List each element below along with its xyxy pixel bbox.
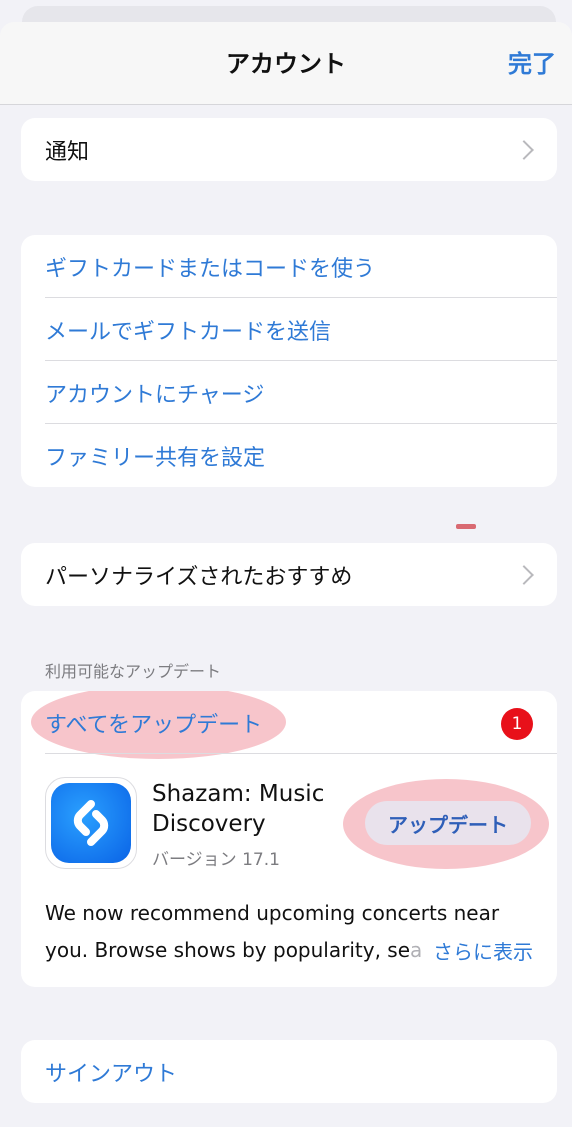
chevron-right-icon (514, 564, 534, 585)
gift-card-section: ギフトカードまたはコードを使う メールでギフトカードを送信 アカウントにチャージ… (21, 235, 557, 487)
update-count-badge: 1 (501, 708, 533, 740)
send-gift-card-label: メールでギフトカードを送信 (45, 319, 332, 345)
send-gift-card-row[interactable]: メールでギフトカードを送信 (21, 298, 557, 361)
navigation-bar: アカウント 完了 (0, 22, 572, 105)
annotation-mark (456, 524, 476, 529)
personalized-card: パーソナライズされたおすすめ (21, 543, 557, 606)
shazam-icon (51, 783, 131, 863)
notifications-card: 通知 (21, 118, 557, 181)
update-app-button[interactable]: アップデート (365, 801, 531, 845)
release-notes-fade: a (410, 938, 423, 962)
app-version: バージョン 17.1 (152, 850, 280, 870)
signout-card: サインアウト (21, 1040, 557, 1103)
app-name-line: Shazam: Music (152, 781, 325, 807)
account-sheet: アカウント 完了 通知 ギフトカードまたはコードを使う メールでギフトカードを送… (0, 0, 572, 1127)
update-all-row[interactable]: すべてをアップデート 1 (21, 691, 557, 754)
release-notes-line: We now recommend upcoming concerts near (45, 901, 500, 925)
app-name: Shazam: Music Discovery (152, 779, 352, 839)
done-button[interactable]: 完了 (508, 44, 556, 79)
update-all-label: すべてをアップデート (45, 712, 263, 738)
release-notes-text: you. Browse shows by popularity, se (45, 938, 411, 962)
app-icon-frame[interactable] (45, 777, 137, 869)
notifications-row[interactable]: 通知 (21, 118, 557, 181)
page-title: アカウント (226, 50, 346, 78)
add-funds-label: アカウントにチャージ (45, 382, 265, 408)
show-more-link[interactable]: さらに表示 (427, 936, 533, 965)
sign-out-label: サインアウト (45, 1061, 178, 1087)
redeem-gift-card-row[interactable]: ギフトカードまたはコードを使う (21, 235, 557, 298)
available-updates-caption: 利用可能なアップデート (45, 662, 222, 681)
personalized-recommendations-label: パーソナライズされたおすすめ (45, 564, 353, 590)
personalized-recommendations-row[interactable]: パーソナライズされたおすすめ (21, 543, 557, 606)
shazam-logo-icon (73, 800, 109, 846)
updates-card: すべてをアップデート 1 Shazam: Music Discovery バージ… (21, 691, 557, 987)
app-name-line: Discovery (152, 811, 266, 837)
sign-out-row[interactable]: サインアウト (21, 1040, 557, 1103)
family-sharing-label: ファミリー共有を設定 (45, 445, 266, 471)
notifications-label: 通知 (45, 139, 90, 165)
divider (45, 753, 557, 754)
chevron-right-icon (514, 139, 534, 160)
redeem-gift-card-label: ギフトカードまたはコードを使う (45, 256, 376, 282)
add-funds-row[interactable]: アカウントにチャージ (21, 361, 557, 424)
family-sharing-row[interactable]: ファミリー共有を設定 (21, 424, 557, 487)
